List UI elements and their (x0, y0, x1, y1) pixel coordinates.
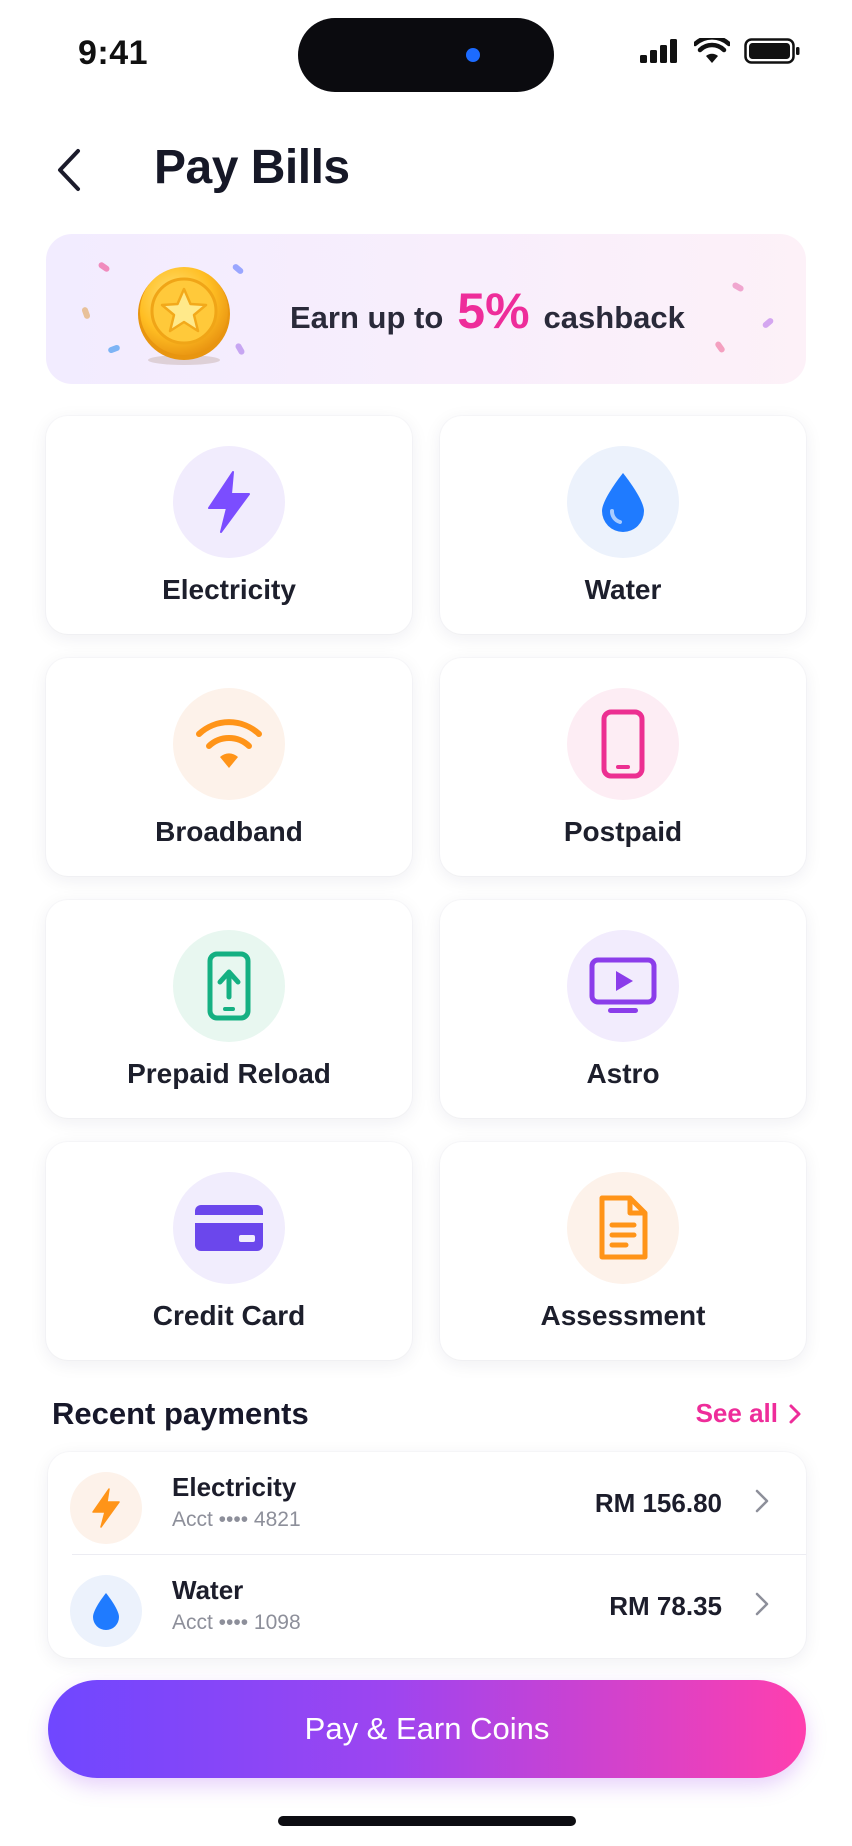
icon-badge (173, 688, 285, 800)
category-label: Credit Card (152, 1300, 306, 1331)
wifi-status-icon (694, 38, 730, 63)
confetti-piece (731, 281, 745, 293)
status-time: 9:41 (78, 34, 149, 72)
category-label: Broadband (155, 816, 303, 847)
category-credit-card[interactable]: Credit Card (46, 1142, 412, 1360)
icon-badge (70, 1472, 142, 1544)
recent-payments-title: Recent payments (52, 1396, 309, 1431)
home-indicator (278, 1816, 576, 1826)
tv-play-icon (589, 957, 657, 1013)
cashback-suffix: cashback (543, 300, 685, 335)
icon-badge (567, 1172, 679, 1284)
icon-badge (70, 1575, 142, 1647)
confetti-piece (81, 306, 91, 320)
icon-badge (173, 446, 285, 558)
back-button[interactable] (44, 140, 94, 200)
cashback-percent: 5% (457, 283, 530, 339)
confetti-piece (761, 316, 775, 330)
chevron-right-icon (789, 1404, 801, 1423)
lightning-icon (208, 471, 250, 533)
category-assessment[interactable]: Assessment (440, 1142, 806, 1360)
pay-earn-coins-button[interactable]: Pay & Earn Coins (48, 1680, 806, 1778)
wifi-icon (196, 719, 262, 768)
payment-name: Electricity (172, 1472, 297, 1502)
camera-dot (466, 48, 480, 62)
confetti-piece (714, 340, 726, 354)
recent-payment-row[interactable]: Water Acct •••• 1098 RM 78.35 (48, 1555, 806, 1657)
water-drop-icon (93, 1593, 119, 1630)
category-label: Postpaid (563, 816, 683, 847)
recent-payment-row[interactable]: Electricity Acct •••• 4821 RM 156.80 (48, 1452, 806, 1554)
category-electricity[interactable]: Electricity (46, 416, 412, 634)
confetti-piece (97, 261, 111, 273)
confetti-piece (234, 342, 246, 356)
dynamic-island (298, 18, 554, 92)
payment-account: Acct •••• 1098 (172, 1611, 301, 1634)
credit-card-icon (195, 1205, 263, 1251)
category-label: Water (584, 574, 662, 605)
cashback-banner[interactable]: Earn up to 5% cashback (46, 234, 806, 384)
category-label: Astro (586, 1058, 660, 1089)
phone-icon (601, 709, 645, 779)
icon-badge (567, 688, 679, 800)
star-coin-icon (138, 267, 230, 365)
category-prepaid-reload[interactable]: Prepaid Reload (46, 900, 412, 1118)
status-icons (640, 38, 800, 64)
chevron-left-icon (58, 149, 80, 191)
bill-category-grid: Electricity Water Broadband Postpaid Pre… (46, 416, 806, 1384)
payment-name: Water (172, 1575, 244, 1605)
chevron-right-icon (755, 1489, 769, 1513)
battery-icon (744, 38, 800, 64)
cashback-prefix: Earn up to (290, 300, 444, 335)
lightning-icon (92, 1488, 120, 1528)
see-all-label: See all (695, 1398, 778, 1428)
status-bar: 9:41 (0, 0, 852, 110)
icon-badge (173, 1172, 285, 1284)
category-broadband[interactable]: Broadband (46, 658, 412, 876)
category-label: Prepaid Reload (127, 1058, 331, 1089)
recent-payments-list: Electricity Acct •••• 4821 RM 156.80 Wat… (48, 1452, 806, 1658)
icon-badge (173, 930, 285, 1042)
payment-amount: RM 78.35 (609, 1591, 722, 1621)
payment-amount: RM 156.80 (594, 1488, 722, 1518)
document-icon (599, 1195, 648, 1260)
see-all-link[interactable]: See all (696, 1398, 802, 1429)
page-title: Pay Bills (154, 141, 350, 194)
chevron-right-icon (755, 1592, 769, 1616)
water-drop-icon (602, 473, 644, 532)
icon-badge (567, 446, 679, 558)
category-label: Assessment (540, 1300, 706, 1331)
category-astro[interactable]: Astro (440, 900, 806, 1118)
category-label: Electricity (162, 574, 296, 605)
confetti-piece (107, 344, 121, 354)
phone-reload-icon (207, 951, 251, 1021)
category-postpaid[interactable]: Postpaid (440, 658, 806, 876)
category-water[interactable]: Water (440, 416, 806, 634)
cashback-text: Earn up to 5% cashback (290, 282, 685, 340)
payment-account: Acct •••• 4821 (172, 1508, 301, 1531)
cellular-signal-icon (640, 39, 677, 63)
icon-badge (567, 930, 679, 1042)
